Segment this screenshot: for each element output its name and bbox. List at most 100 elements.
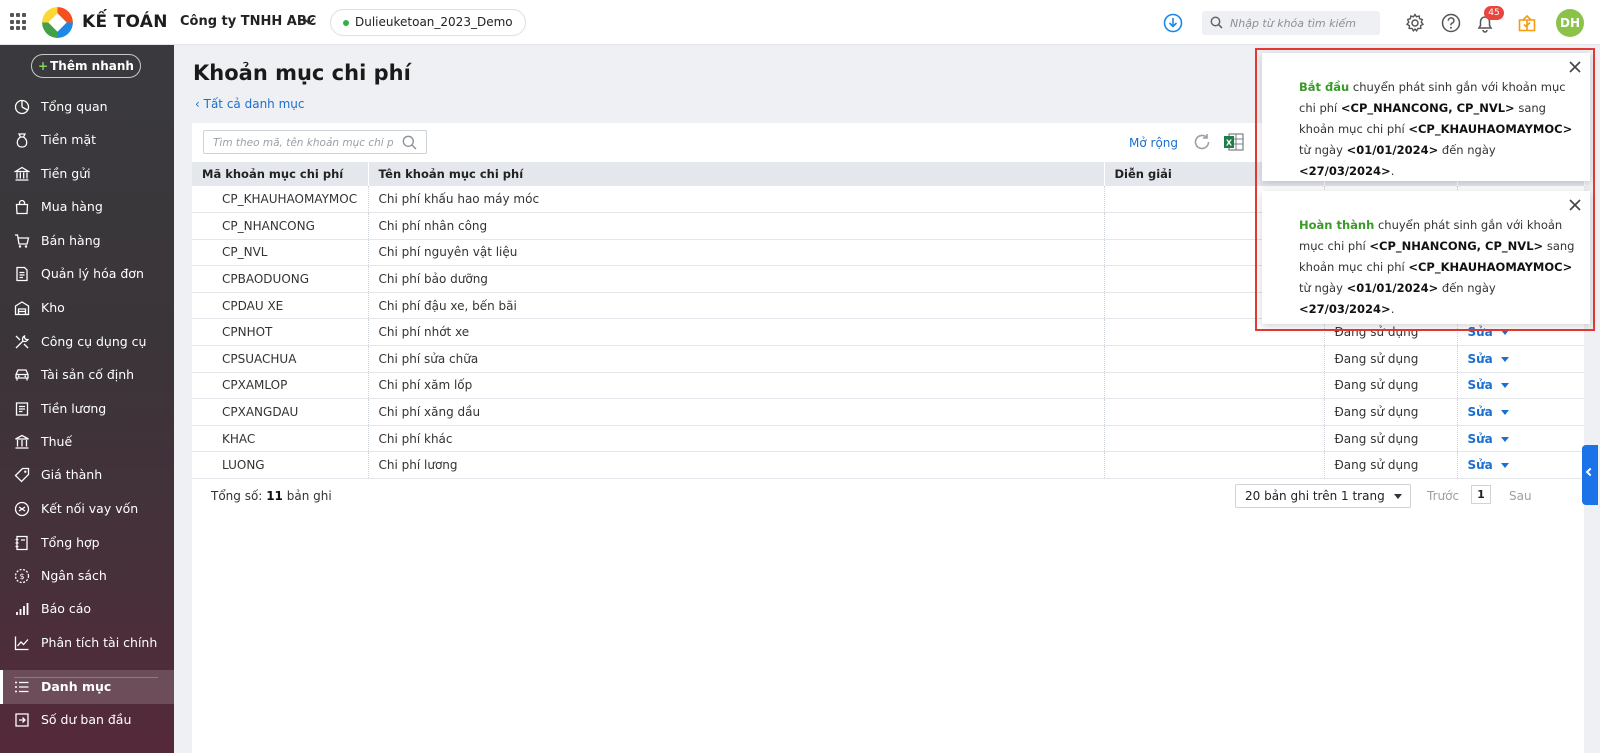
sidebar-item-tai-san-co-dinh[interactable]: Tài sản cố định <box>0 360 174 390</box>
cell-name: Chi phí sửa chữa <box>368 345 1105 373</box>
sidebar-item-ngan-sach[interactable]: $ Ngân sách <box>0 561 174 591</box>
salary-icon <box>15 402 29 416</box>
global-search[interactable] <box>1202 11 1380 35</box>
caret-down-icon[interactable] <box>1500 383 1509 389</box>
download-icon[interactable] <box>1163 13 1183 33</box>
sidebar-item-label: Mua hàng <box>41 199 103 214</box>
total-count: 11 <box>266 489 283 503</box>
edit-button[interactable]: Sửa <box>1468 352 1493 366</box>
svg-text:X: X <box>1226 139 1233 148</box>
caret-down-icon <box>1394 494 1402 499</box>
loan-link-icon <box>14 501 30 517</box>
notification-count-badge: 45 <box>1484 6 1504 20</box>
sidebar-item-thue[interactable]: Thuế <box>0 427 174 457</box>
page-size-select[interactable]: 20 bản ghi trên 1 trang <box>1235 484 1411 508</box>
bank-icon <box>14 166 30 181</box>
opening-balance-icon <box>15 713 29 727</box>
help-icon[interactable] <box>1440 12 1462 34</box>
sidebar-item-gia-thanh[interactable]: Giá thành <box>0 460 174 490</box>
expand-button[interactable]: Mở rộng <box>1129 136 1178 150</box>
edit-button[interactable]: Sửa <box>1468 432 1493 446</box>
database-selector[interactable]: Dulieuketoan_2023_Demo <box>330 9 526 36</box>
notification-toast-start: Bắt đầu chuyển phát sinh gắn với khoản m… <box>1262 53 1590 181</box>
cell-code: LUONG <box>192 451 369 480</box>
table-row[interactable]: KHAC Chi phí khác Đang sử dụng Sửa <box>192 425 1584 453</box>
cell-actions: Sửa <box>1457 425 1584 453</box>
refresh-icon[interactable] <box>1192 132 1212 152</box>
notification-to-item: <CP_KHAUHAOMAYMOC> <box>1408 260 1573 274</box>
user-avatar[interactable]: DH <box>1556 9 1584 37</box>
total-prefix: Tổng số: <box>211 489 263 503</box>
caret-down-icon[interactable] <box>1500 463 1509 469</box>
app-launcher-icon[interactable] <box>10 13 28 31</box>
chevron-down-icon[interactable] <box>302 14 316 28</box>
gift-box-icon[interactable] <box>1516 12 1538 34</box>
list-search[interactable] <box>203 130 427 154</box>
cell-actions: Sửa <box>1457 398 1584 426</box>
column-header-code[interactable]: Mã khoản mục chi phí <box>192 162 369 186</box>
cell-name: Chi phí khác <box>368 425 1105 453</box>
sidebar-item-tien-luong[interactable]: Tiền lương <box>0 394 174 424</box>
next-page-button[interactable]: Sau <box>1509 489 1532 503</box>
sidebar-item-kho[interactable]: Kho <box>0 293 174 323</box>
ledger-icon <box>15 535 28 551</box>
sidebar-item-tien-mat[interactable]: Tiền mặt <box>0 125 174 155</box>
page-size-value: 20 bản ghi trên 1 trang <box>1245 489 1385 503</box>
sidebar-item-ban-hang[interactable]: Bán hàng <box>0 226 174 256</box>
sidebar-item-bao-cao[interactable]: Báo cáo <box>0 594 174 624</box>
cell-name: Chi phí khấu hao máy móc <box>368 186 1105 214</box>
notification-start-date: <01/01/2024> <box>1346 281 1439 295</box>
caret-down-icon[interactable] <box>1500 410 1509 416</box>
quick-add-label: Thêm nhanh <box>50 59 134 73</box>
sidebar-item-tong-hop[interactable]: Tổng hợp <box>0 528 174 558</box>
sidebar-item-cong-cu-dung-cu[interactable]: Công cụ dụng cụ <box>0 327 174 357</box>
notification-message: Bắt đầu chuyển phát sinh gắn với khoản m… <box>1299 77 1579 182</box>
column-header-name[interactable]: Tên khoản mục chi phí <box>368 162 1105 186</box>
cell-name: Chi phí lương <box>368 451 1105 480</box>
sidebar-item-tien-gui[interactable]: Tiền gửi <box>0 159 174 189</box>
table-row[interactable]: CPXANGDAU Chi phí xăng dầu Đang sử dụng Sửa <box>192 398 1584 426</box>
cell-name: Chi phí nhân công <box>368 212 1105 240</box>
notification-start-date: <01/01/2024> <box>1346 143 1439 157</box>
cell-actions: Sửa <box>1457 372 1584 400</box>
company-selector[interactable]: Công ty TNHH ABC <box>180 14 316 29</box>
prev-page-button[interactable]: Trước <box>1427 489 1459 503</box>
caret-down-icon[interactable] <box>1500 436 1509 442</box>
page-title: Khoản mục chi phí <box>193 61 411 85</box>
sidebar-item-ket-noi-vay-von[interactable]: Kết nối vay vốn <box>0 494 174 524</box>
search-icon[interactable] <box>402 135 417 150</box>
sidebar-item-label: Báo cáo <box>41 601 92 616</box>
page-number-button[interactable]: 1 <box>1471 485 1491 504</box>
edit-button[interactable]: Sửa <box>1468 458 1493 472</box>
quick-add-button[interactable]: + Thêm nhanh <box>31 54 141 78</box>
sidebar-item-label: Kết nối vay vốn <box>41 501 139 516</box>
notification-text: đến ngày <box>1441 143 1496 157</box>
table-row[interactable]: CPXAMLOP Chi phí xăm lốp Đang sử dụng Sửa <box>192 372 1584 400</box>
list-search-input[interactable] <box>213 134 393 151</box>
table-row[interactable]: LUONG Chi phí lương Đang sử dụng Sửa <box>192 451 1584 480</box>
global-search-input[interactable] <box>1230 13 1375 33</box>
notification-text: đến ngày <box>1441 281 1496 295</box>
sidebar-item-label: Ngân sách <box>41 568 107 583</box>
caret-down-icon[interactable] <box>1500 356 1509 362</box>
sidebar-item-so-du-ban-dau[interactable]: Số dư ban đầu <box>0 705 174 735</box>
price-tag-icon <box>14 467 30 483</box>
sidebar-item-label: Phân tích tài chính <box>41 635 158 650</box>
close-icon[interactable] <box>1568 198 1582 212</box>
sidebar-item-danh-muc[interactable]: Danh mục <box>0 670 174 704</box>
edit-button[interactable]: Sửa <box>1468 405 1493 419</box>
sidebar-item-phan-tich-tai-chinh[interactable]: Phân tích tài chính <box>0 628 174 658</box>
back-to-categories-link[interactable]: ‹ Tất cả danh mục <box>195 97 304 111</box>
close-icon[interactable] <box>1568 60 1582 74</box>
excel-export-icon[interactable]: X <box>1223 132 1245 152</box>
settings-gear-icon[interactable] <box>1404 12 1426 34</box>
sidebar-item-tong-quan[interactable]: Tổng quan <box>0 92 174 122</box>
sidebar-item-quan-ly-hoa-don[interactable]: Quản lý hóa đơn <box>0 259 174 289</box>
collapse-panel-button[interactable] <box>1582 445 1598 505</box>
caret-down-icon[interactable] <box>1500 330 1509 336</box>
total-records: Tổng số: 11 bản ghi <box>211 489 332 503</box>
sidebar-item-mua-hang[interactable]: Mua hàng <box>0 192 174 222</box>
cell-name: Chi phí xăm lốp <box>368 372 1105 400</box>
table-row[interactable]: CPSUACHUA Chi phí sửa chữa Đang sử dụng Sửa <box>192 345 1584 373</box>
edit-button[interactable]: Sửa <box>1468 378 1493 392</box>
